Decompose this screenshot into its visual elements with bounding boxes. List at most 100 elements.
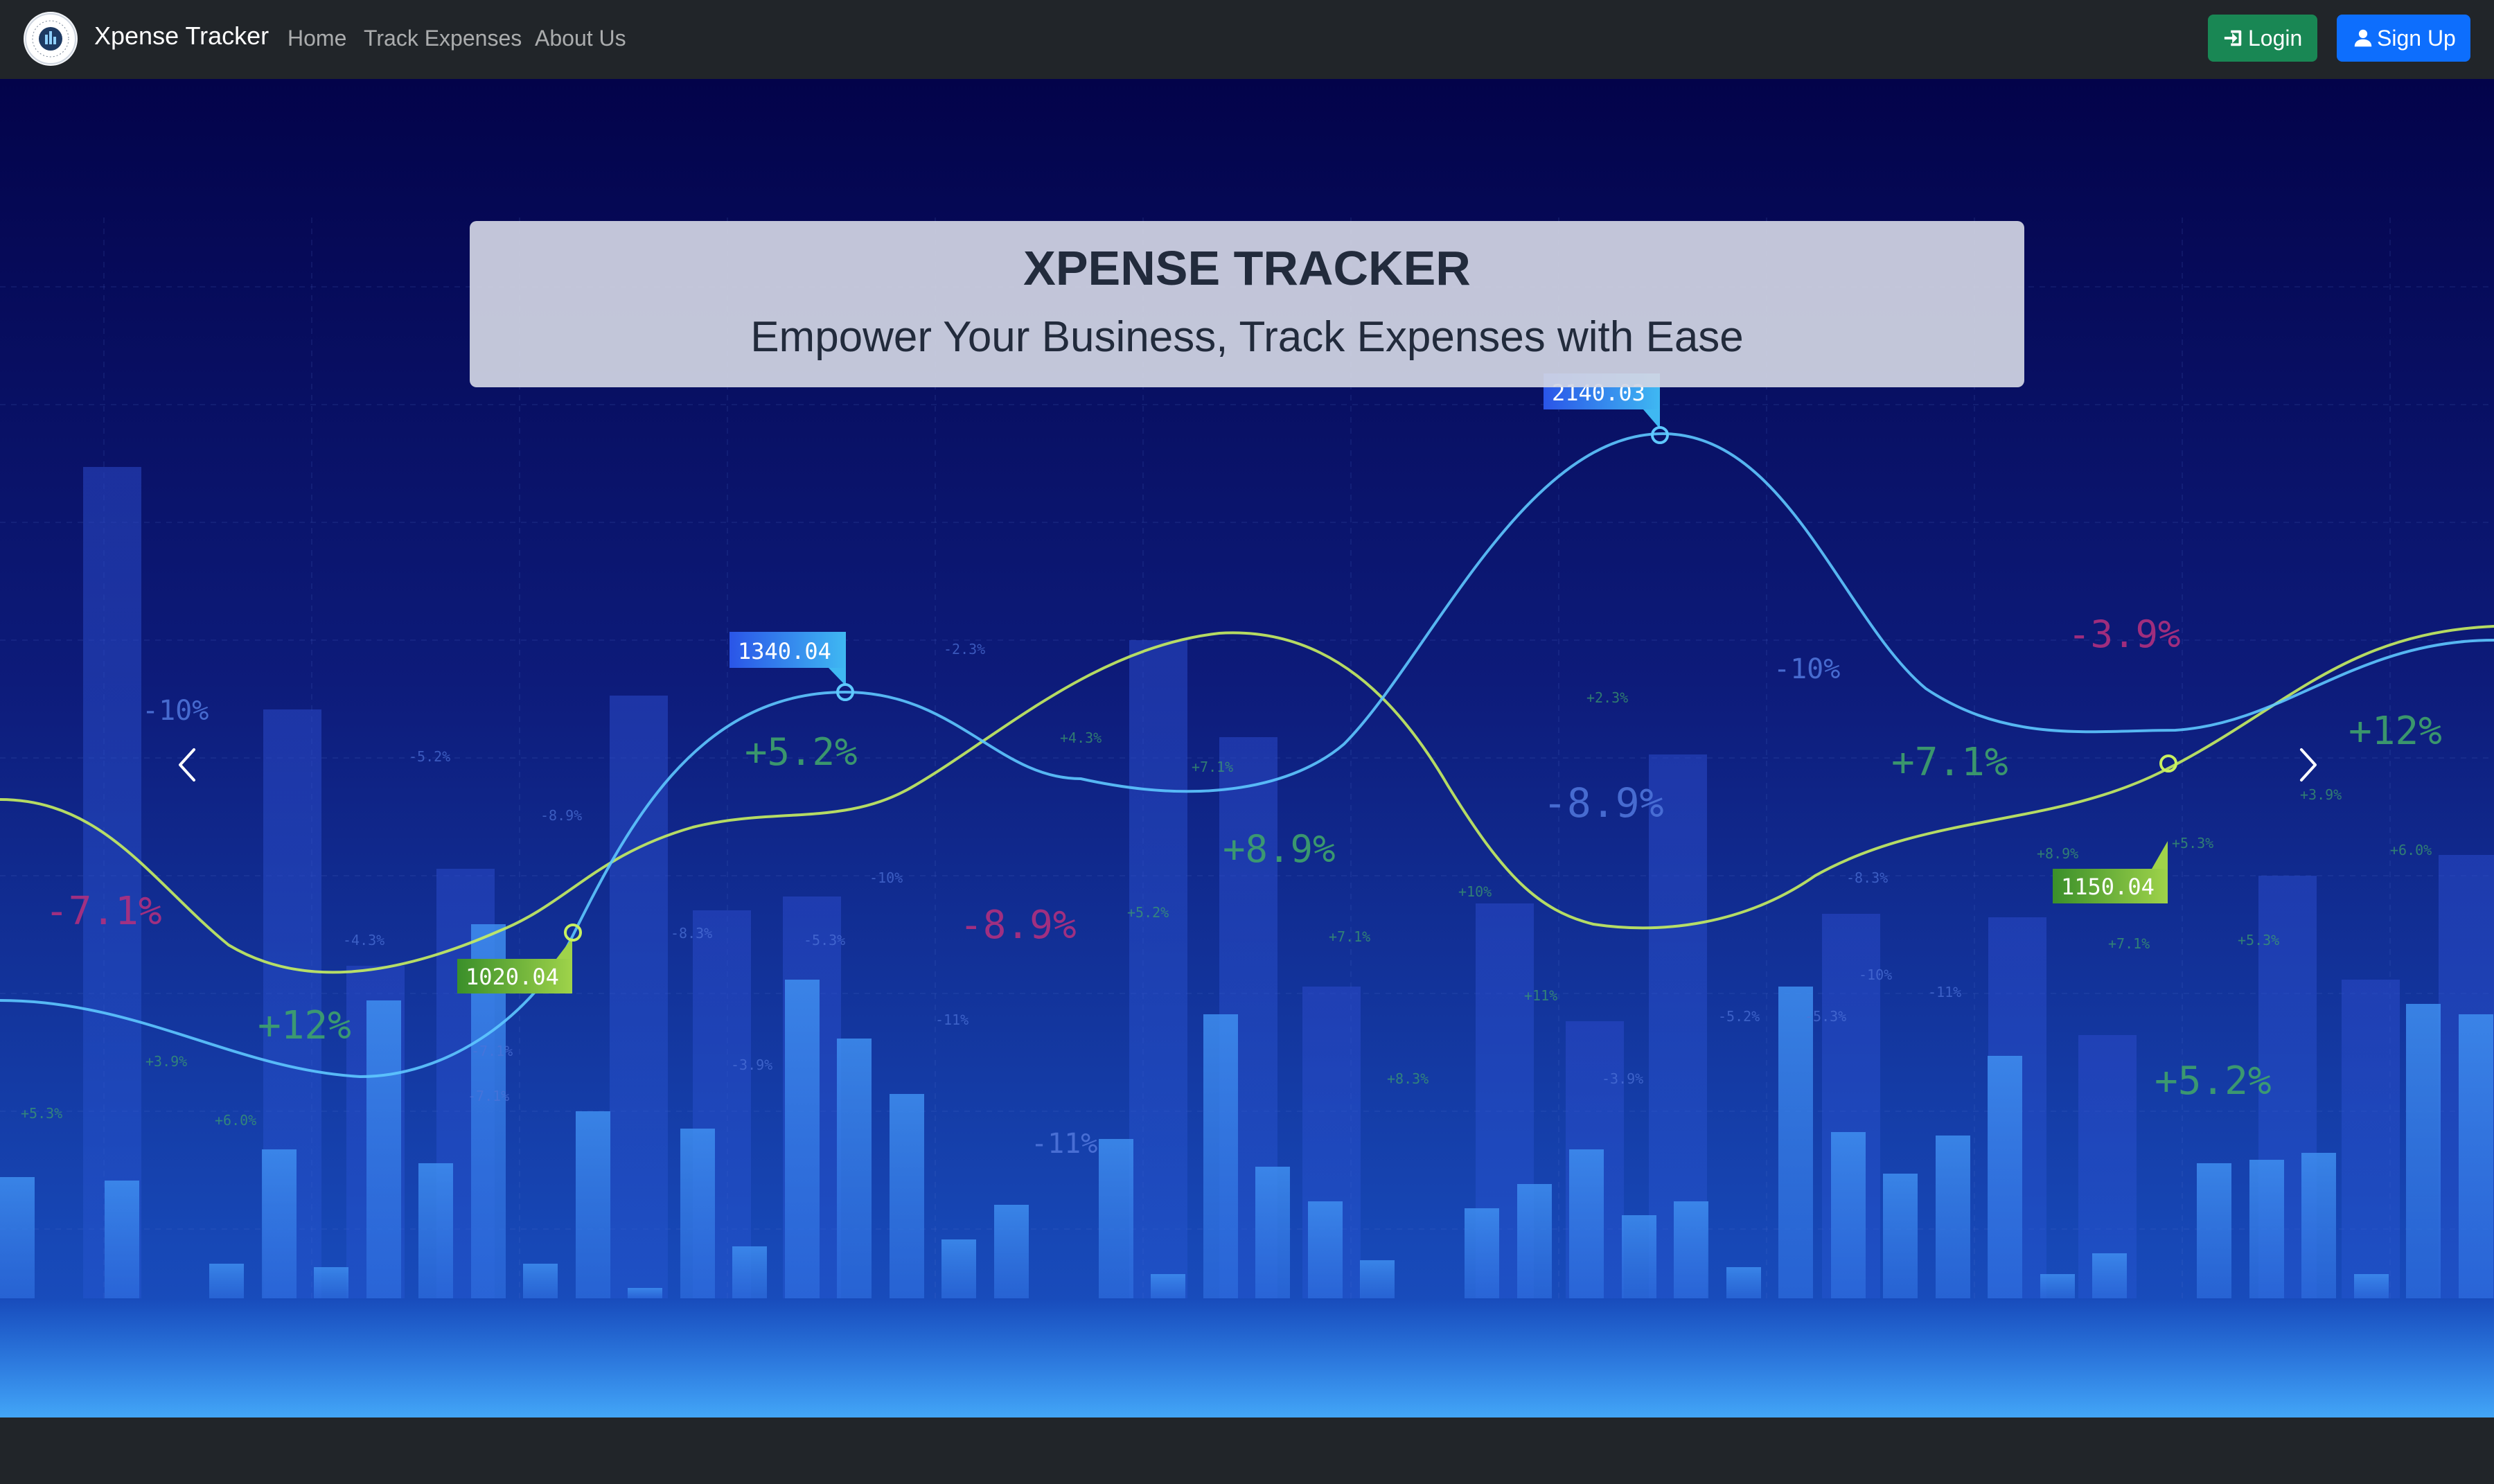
small-percent-label: +6.0%: [215, 1112, 256, 1129]
hero-subtitle: Empower Your Business, Track Expenses wi…: [750, 313, 1744, 361]
big-percent-label: +5.2%: [2155, 1059, 2272, 1104]
hero-title-box: XPENSE TRACKER Empower Your Business, Tr…: [470, 221, 2024, 387]
small-percent-label: -10%: [869, 869, 903, 886]
chart-bar-back: [83, 467, 141, 1298]
chart-bar: [1151, 1274, 1185, 1298]
chart-bar: [1569, 1149, 1604, 1298]
small-percent-label: +6.0%: [2390, 842, 2432, 858]
chart-bar-back: [1129, 640, 1187, 1298]
chart-bar: [2406, 1004, 2441, 1298]
chart-bar: [732, 1246, 767, 1298]
chart-bar: [890, 1094, 924, 1298]
small-percent-label: -3.9%: [731, 1057, 772, 1073]
signup-button[interactable]: Sign Up: [2337, 15, 2470, 62]
brand-logo[interactable]: [24, 12, 78, 66]
chart-bar: [1883, 1174, 1918, 1298]
small-percent-label: +11%: [1524, 987, 1557, 1004]
big-percent-label: -7.1%: [45, 889, 162, 934]
small-percent-label: -11%: [1928, 984, 1961, 1000]
price-tag-value: 1340.04: [738, 638, 831, 664]
chart-bar: [1099, 1139, 1133, 1298]
chart-bar: [366, 1000, 401, 1298]
chart-bar: [2301, 1153, 2336, 1298]
chart-bar: [1517, 1184, 1552, 1298]
nav-link-home[interactable]: Home: [288, 24, 346, 52]
small-percent-label: -4.3%: [343, 932, 384, 948]
small-percent-label: +7.1%: [1329, 928, 1370, 945]
small-percent-label: +5.3%: [2172, 835, 2213, 851]
small-percent-label: +4.3%: [1060, 730, 1102, 746]
hero-banner: -2.3% +4.3% +7.1% -5.2% -8.9% -10% -8.3% -5.3% -…: [0, 79, 2494, 1417]
small-percent-label: -8.3%: [671, 925, 712, 942]
footer-band: [0, 1417, 2494, 1484]
user-icon: [2354, 29, 2372, 46]
big-percent-label: -10%: [1774, 653, 1840, 685]
nav-link-track-expenses[interactable]: Track Expenses: [364, 24, 522, 52]
chart-bar: [994, 1205, 1029, 1298]
chart-bar: [1936, 1136, 1970, 1298]
big-percent-label: +8.9%: [1223, 827, 1336, 871]
small-percent-label: -11%: [935, 1012, 969, 1028]
big-percent-label: -11%: [1031, 1128, 1097, 1160]
login-label: Login: [2248, 26, 2303, 51]
chart-bar: [1360, 1260, 1395, 1298]
signup-label: Sign Up: [2377, 26, 2456, 51]
big-percent-label: -8.9%: [959, 903, 1077, 948]
small-percent-label: -10%: [1859, 966, 1892, 983]
chart-bar: [1622, 1215, 1656, 1298]
chart-bar: [1778, 987, 1813, 1298]
chart-bar: [523, 1264, 558, 1298]
chevron-left-icon: [179, 748, 195, 781]
login-button[interactable]: Login: [2208, 15, 2317, 62]
chart-bar: [2092, 1253, 2127, 1298]
carousel-prev-arrow[interactable]: [161, 723, 216, 806]
chart-bar: [105, 1181, 139, 1298]
chart-bar: [941, 1239, 976, 1298]
price-tag-value: 1020.04: [466, 964, 559, 990]
small-percent-label: +5.3%: [21, 1105, 62, 1122]
carousel-next-arrow[interactable]: [2279, 723, 2335, 806]
small-percent-label: +10%: [1458, 883, 1492, 900]
brand-name[interactable]: Xpense Tracker: [94, 21, 269, 51]
big-percent-label: +5.2%: [745, 730, 858, 774]
chart-bar: [418, 1163, 453, 1298]
small-percent-label: +8.9%: [2037, 845, 2078, 862]
hero-title: XPENSE TRACKER: [1023, 241, 1471, 295]
chart-bar: [1831, 1132, 1866, 1298]
navbar: Xpense Tracker Home Track Expenses About…: [0, 0, 2494, 79]
chart-bar: [209, 1264, 244, 1298]
chart-bar: [680, 1129, 715, 1298]
chart-bar: [576, 1111, 610, 1298]
chart-bar: [262, 1149, 297, 1298]
big-percent-label: -10%: [142, 695, 209, 727]
chart-bar: [314, 1267, 348, 1298]
chart-bar: [628, 1288, 662, 1298]
chart-bar: [837, 1039, 872, 1298]
chart-bar: [2197, 1163, 2231, 1298]
chart-bar: [1674, 1201, 1708, 1298]
small-percent-label: -7.1%: [468, 1088, 509, 1104]
big-percent-label: -8.9%: [1543, 779, 1664, 827]
small-percent-label: +5.3%: [2238, 932, 2279, 948]
chart-bar: [2354, 1274, 2389, 1298]
chart-bar: [2249, 1160, 2284, 1298]
price-tag-value: 1150.04: [2061, 874, 2155, 900]
small-percent-label: +5.2%: [1127, 904, 1169, 921]
small-percent-label: -7.1%: [471, 1043, 513, 1059]
big-percent-label: -3.9%: [2068, 612, 2181, 656]
chart-bar: [2459, 1014, 2493, 1298]
small-percent-label: -5.3%: [804, 932, 845, 948]
login-icon: [2224, 30, 2242, 46]
chevron-right-icon: [2300, 748, 2317, 781]
chart-bar: [785, 980, 820, 1298]
chart-bar: [0, 1177, 35, 1298]
small-percent-label: -5.3%: [1805, 1008, 1846, 1025]
chart-bar: [1203, 1014, 1238, 1298]
chart-bar: [1255, 1167, 1290, 1298]
small-percent-label: -5.2%: [1718, 1008, 1760, 1025]
chart-bar-back: [610, 696, 668, 1298]
small-percent-label: -3.9%: [1602, 1070, 1643, 1087]
nav-link-about-us[interactable]: About Us: [535, 24, 626, 52]
small-percent-label: -8.9%: [540, 807, 582, 824]
big-percent-label: +7.1%: [1891, 740, 2008, 785]
